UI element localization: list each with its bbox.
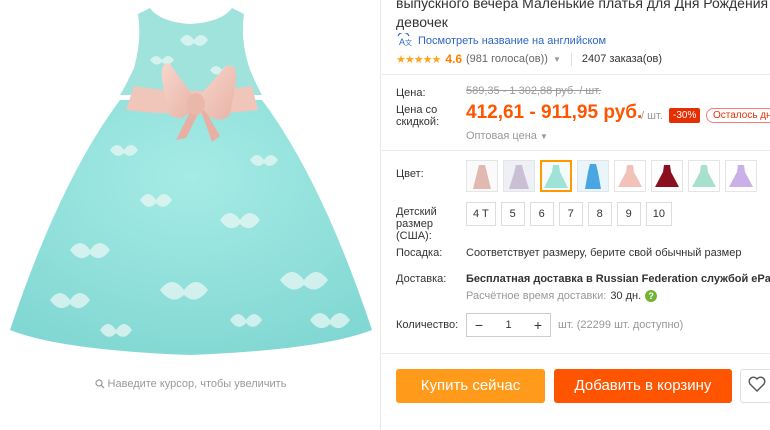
fit-text: Соответствует размеру, берите свой обычн… <box>466 247 742 259</box>
orders-count: 2407 заказа(ов) <box>581 53 663 65</box>
old-price: 589,35 - 1 302,88 руб. / шт. <box>466 85 602 97</box>
separator <box>570 52 572 66</box>
quantity-stepper: − 1 + <box>466 313 551 337</box>
size-option[interactable]: 5 <box>500 202 525 226</box>
discount-price-label: Цена со скидкой: <box>396 104 440 128</box>
quantity-plus-button[interactable]: + <box>526 314 550 336</box>
divider <box>382 353 770 354</box>
color-swatch[interactable] <box>651 160 683 192</box>
color-swatch-selected[interactable] <box>540 160 572 192</box>
fit-label: Посадка: <box>396 247 443 259</box>
color-swatch[interactable] <box>614 160 646 192</box>
size-options: 4 T 5 6 7 8 9 10 <box>466 202 672 226</box>
size-label: Детский размер (США): <box>396 206 437 242</box>
heart-icon <box>748 376 766 397</box>
wishlist-button[interactable] <box>740 369 770 403</box>
color-swatch[interactable] <box>466 160 498 192</box>
magnifier-icon <box>94 379 105 392</box>
rating-votes[interactable]: (981 голоса(ов)) <box>466 53 548 65</box>
product-gallery: Наведите курсор, чтобы увеличить <box>0 0 381 430</box>
quantity-available: шт. (22299 шт. доступно) <box>558 319 684 331</box>
remaining-time-badge: Осталось дн <box>706 108 770 123</box>
chevron-down-icon[interactable]: ▼ <box>553 55 561 64</box>
price-per-unit: / шт. <box>641 110 663 122</box>
quantity-minus-button[interactable]: − <box>467 314 491 336</box>
color-label: Цвет: <box>396 168 424 180</box>
quantity-label: Количество: <box>396 319 459 331</box>
color-swatch[interactable] <box>577 160 609 192</box>
product-title: выпускного вечера Маленькие платья для Д… <box>396 0 770 32</box>
discount-badge: -30% <box>669 108 701 123</box>
color-swatch[interactable] <box>725 160 757 192</box>
color-swatches <box>466 160 757 192</box>
add-to-cart-button[interactable]: Добавить в корзину <box>554 369 732 403</box>
size-option[interactable]: 7 <box>558 202 583 226</box>
help-icon[interactable]: ? <box>645 290 658 302</box>
color-swatch[interactable] <box>503 160 535 192</box>
size-option[interactable]: 10 <box>645 202 672 226</box>
quantity-input[interactable]: 1 <box>491 319 526 331</box>
shipping-label: Доставка: <box>396 273 447 285</box>
product-title-line2: девочек <box>396 14 448 30</box>
size-option[interactable]: 8 <box>587 202 612 226</box>
shipping-time-label: Расчётное время доставки: <box>466 290 607 302</box>
divider <box>382 150 770 151</box>
translate-icon: A文 <box>396 31 412 49</box>
caret-down-icon: ▼ <box>539 132 548 141</box>
size-option[interactable]: 6 <box>529 202 554 226</box>
wholesale-label: Оптовая цена <box>466 130 537 142</box>
color-swatch[interactable] <box>688 160 720 192</box>
price-label: Цена: <box>396 87 426 99</box>
size-option[interactable]: 9 <box>616 202 641 226</box>
product-title-line1: выпускного вечера Маленькие платья для Д… <box>396 0 770 11</box>
rating-value: 4.6 <box>445 52 462 66</box>
product-image[interactable] <box>0 0 381 368</box>
shipping-time: Расчётное время доставки: 30 дн. ? <box>466 290 658 302</box>
zoom-hint-text: Наведите курсор, чтобы увеличить <box>107 378 287 390</box>
shipping-text: Бесплатная доставка в Russian Federation… <box>466 273 770 285</box>
rating-stars: ★★★★★ <box>396 53 441 66</box>
zoom-hint: Наведите курсор, чтобы увеличить <box>0 378 381 392</box>
size-option[interactable]: 4 T <box>466 202 496 226</box>
rating-row: ★★★★★ 4.6 (981 голоса(ов)) ▼ 2407 заказа… <box>396 52 662 66</box>
translate-link[interactable]: A文 Посмотреть название на английском <box>396 31 607 49</box>
wholesale-price-toggle[interactable]: Оптовая цена ▼ <box>466 130 548 142</box>
buy-now-button[interactable]: Купить сейчас <box>396 369 545 403</box>
translate-link-label: Посмотреть название на английском <box>418 35 607 47</box>
discount-price: 412,61 - 911,95 руб. <box>466 102 643 123</box>
divider <box>382 74 770 75</box>
shipping-days: 30 дн. <box>610 290 642 302</box>
product-info-panel: выпускного вечера Маленькие платья для Д… <box>382 0 770 430</box>
svg-text:文: 文 <box>405 38 412 46</box>
